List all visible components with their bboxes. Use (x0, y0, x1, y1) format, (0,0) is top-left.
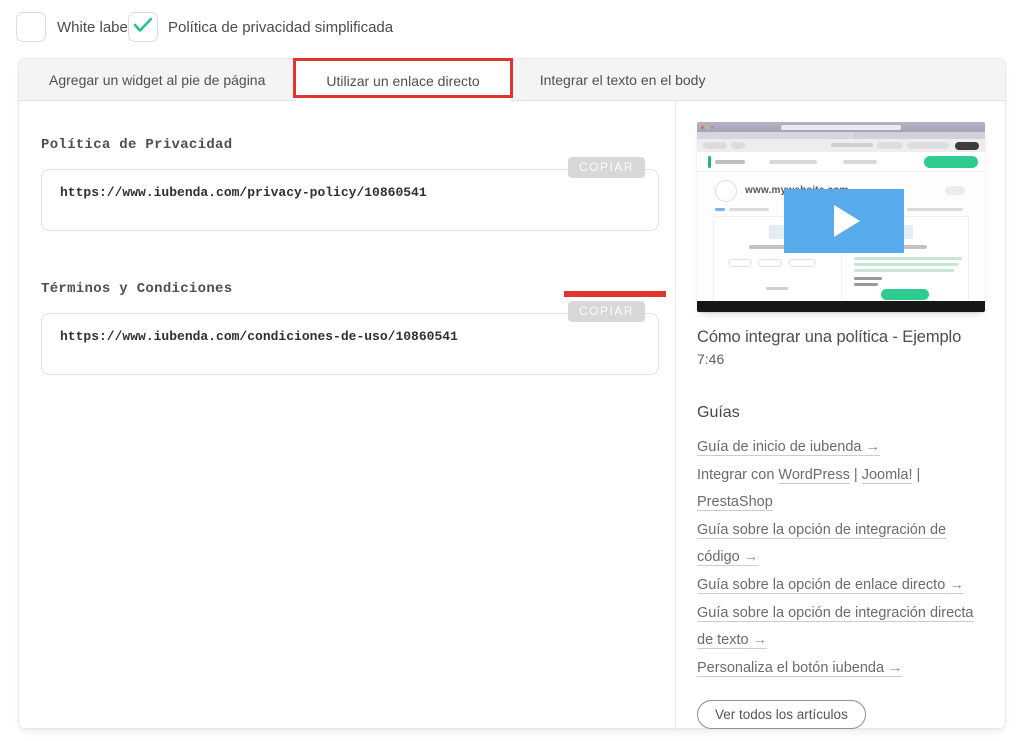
white-label-label: White label (57, 19, 131, 36)
help-sidebar: www.mywebsite.com (675, 101, 1005, 729)
guide-link-text: Guía sobre la opción de enlace directo (697, 577, 945, 593)
see-all-articles-button[interactable]: Ver todos los artículos (697, 700, 866, 729)
start-generating-button (924, 156, 978, 168)
check-icon (133, 17, 153, 38)
browser-tab (856, 132, 985, 139)
play-button-overlay[interactable] (784, 189, 904, 253)
guides-list: Guía de inicio de iubenda → Integrar con… (697, 434, 987, 682)
guide-link-wordpress[interactable]: WordPress (778, 467, 849, 483)
guide-link-direct-link: Guía sobre la opción de enlace directo → (697, 572, 987, 599)
privacy-policy-url: https://www.iubenda.com/privacy-policy/1… (60, 185, 427, 200)
privacy-policy-url-box[interactable]: https://www.iubenda.com/privacy-policy/1… (41, 169, 659, 231)
browser-tab (697, 132, 855, 139)
placeholder-pill (877, 142, 903, 149)
placeholder-bar (831, 143, 873, 147)
separator: | (850, 467, 862, 483)
guide-link-prestashop[interactable]: PrestaShop (697, 494, 773, 510)
placeholder-pill (703, 142, 727, 149)
placeholder-bar (729, 208, 769, 211)
placeholder-bar (854, 263, 958, 266)
placeholder-pill (731, 142, 745, 149)
guide-link-cms-integrations: Integrar con WordPress | Joomla! | Prest… (697, 462, 987, 516)
browser-chrome-bar (697, 122, 985, 132)
copy-terms-url-button[interactable]: COPIAR (568, 301, 645, 322)
video-thumbnail[interactable]: www.mywebsite.com (697, 122, 985, 312)
guide-text-prefix: Integrar con (697, 467, 778, 483)
guide-link[interactable]: Guía sobre la opción de integración dire… (697, 605, 973, 648)
placeholder-bar (854, 257, 962, 260)
terms-url: https://www.iubenda.com/condiciones-de-u… (60, 329, 458, 344)
terms-label: Términos y Condiciones (41, 281, 232, 297)
placeholder-bar (766, 287, 788, 290)
placeholder-bar (854, 269, 954, 272)
simplified-policy-checkbox[interactable] (128, 12, 158, 42)
placeholder-bar (854, 277, 882, 280)
browser-tabs-row (697, 132, 985, 139)
guide-link[interactable]: Personaliza el botón iubenda → (697, 660, 903, 676)
placeholder-bar (769, 160, 817, 164)
placeholder-pill (758, 259, 782, 267)
placeholder-bar (907, 208, 963, 211)
direct-link-content: Política de Privacidad https://www.iuben… (19, 101, 675, 729)
placeholder-bar (854, 283, 878, 286)
separator: | (912, 467, 920, 483)
arrow-right-icon: → (753, 632, 768, 648)
minimize-window-icon (706, 126, 709, 129)
zoom-window-icon (711, 126, 714, 129)
logout-button (955, 142, 979, 150)
red-annotation-box (564, 291, 666, 297)
video-title: Cómo integrar una política - Ejemplo (697, 328, 987, 347)
placeholder-bar (715, 160, 745, 164)
video-progress-bar (697, 301, 985, 312)
guide-link-text: Personaliza el botón iubenda (697, 660, 884, 676)
tab-direct-link[interactable]: Utilizar un enlace directo (296, 59, 509, 102)
simplified-policy-label: Política de privacidad simplificada (168, 19, 393, 36)
tab-widget-footer-label: Agregar un widget al pie de página (49, 72, 265, 88)
arrow-right-icon: → (949, 577, 964, 593)
guide-link[interactable]: Guía sobre la opción de enlace directo → (697, 577, 964, 593)
placeholder-pill (728, 259, 752, 267)
close-window-icon (701, 126, 704, 129)
guide-link-code-integration: Guía sobre la opción de integración de c… (697, 517, 987, 571)
document-icon (769, 225, 785, 239)
tab-widget-footer[interactable]: Agregar un widget al pie de página (19, 59, 296, 101)
privacy-policy-label: Política de Privacidad (41, 137, 232, 153)
guides-heading: Guías (697, 404, 987, 422)
placeholder-bar (715, 208, 725, 211)
iubenda-logo (708, 156, 711, 168)
integration-tabbar: Agregar un widget al pie de página Utili… (19, 59, 1005, 101)
address-bar (781, 125, 901, 130)
arrow-right-icon: → (888, 660, 903, 676)
guide-link[interactable]: Guía de inicio de iubenda → (697, 439, 880, 455)
copy-privacy-url-button[interactable]: COPIAR (568, 157, 645, 178)
white-label-checkbox[interactable] (16, 12, 46, 42)
guide-link-text: Guía de inicio de iubenda (697, 439, 861, 455)
arrow-right-icon: → (744, 549, 759, 565)
play-icon (834, 205, 860, 237)
integration-panel: Agregar un widget al pie de página Utili… (18, 58, 1006, 729)
guide-link-direct-text: Guía sobre la opción de integración dire… (697, 600, 987, 654)
account-toolbar (697, 139, 985, 152)
tab-direct-link-label: Utilizar un enlace directo (326, 73, 479, 89)
site-icon (715, 180, 737, 202)
terms-url-box[interactable]: https://www.iubenda.com/condiciones-de-u… (41, 313, 659, 375)
video-duration: 7:46 (697, 351, 987, 367)
guide-link[interactable]: Guía sobre la opción de integración de c… (697, 522, 946, 565)
guide-link-getting-started: Guía de inicio de iubenda → (697, 434, 987, 461)
placeholder-pill (907, 142, 949, 149)
site-navbar (697, 152, 985, 172)
edit-button (945, 186, 965, 195)
tab-embed-body[interactable]: Integrar el texto en el body (510, 59, 736, 101)
top-options-bar: White label Política de privacidad simpl… (0, 0, 1024, 58)
tab-embed-body-label: Integrar el texto en el body (540, 72, 706, 88)
placeholder-bar (843, 160, 877, 164)
guide-link-customize-button: Personaliza el botón iubenda → (697, 655, 987, 682)
guide-link-text: Guía sobre la opción de integración de c… (697, 522, 946, 565)
arrow-right-icon: → (866, 439, 881, 455)
generate-now-button (881, 289, 929, 300)
guide-link-text: Guía sobre la opción de integración dire… (697, 605, 973, 648)
guide-link-joomla[interactable]: Joomla! (862, 467, 913, 483)
placeholder-pill (788, 259, 816, 267)
